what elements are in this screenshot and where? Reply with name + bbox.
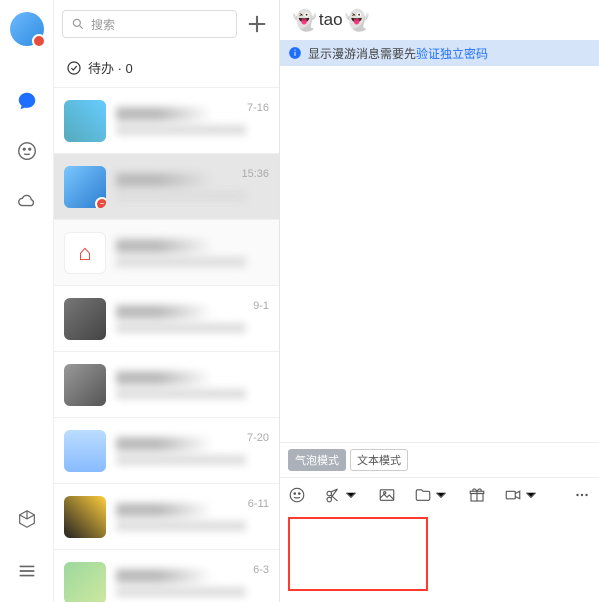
message-area — [280, 66, 599, 442]
search-icon — [71, 17, 85, 31]
compose-toolbar — [280, 477, 599, 511]
contacts-icon[interactable] — [14, 138, 40, 164]
chat-avatar — [64, 364, 106, 406]
chat-list-item[interactable]: 7-20 — [54, 418, 279, 484]
chat-list-item[interactable]: − 15:36 — [54, 154, 279, 220]
bubble-mode-button[interactable]: 气泡模式 — [288, 449, 346, 471]
chat-list-item[interactable] — [54, 352, 279, 418]
todo-row[interactable]: 待办 · 0 — [54, 48, 279, 88]
message-input[interactable] — [288, 517, 428, 591]
mode-bar: 气泡模式文本模式 — [280, 442, 599, 477]
todo-label: 待办 · 0 — [88, 58, 133, 77]
composer — [280, 511, 599, 602]
user-avatar[interactable] — [10, 12, 44, 46]
chat-time: 6-11 — [248, 498, 269, 510]
chat-list: 7-16 − 15:36 9-1 7-20 — [54, 88, 279, 602]
check-circle-icon — [66, 60, 82, 76]
conversation-list-pane: 搜索 待办 · 0 7-16 − 15:36 9-1 — [54, 0, 280, 602]
chat-avatar — [64, 232, 106, 274]
more-icon[interactable] — [573, 486, 591, 504]
chat-avatar — [64, 562, 106, 602]
chat-avatar: − — [64, 166, 106, 208]
menu-icon[interactable] — [14, 558, 40, 584]
chat-list-item[interactable]: 7-16 — [54, 88, 279, 154]
image-icon[interactable] — [378, 486, 396, 504]
apps-icon[interactable] — [14, 506, 40, 532]
dnd-badge-icon: − — [95, 197, 106, 208]
chat-avatar — [64, 298, 106, 340]
chat-time: 15:36 — [241, 168, 269, 180]
left-sidebar — [0, 0, 54, 602]
text-mode-button[interactable]: 文本模式 — [350, 449, 408, 471]
search-placeholder: 搜索 — [91, 16, 115, 33]
chat-list-item[interactable]: 6-11 — [54, 484, 279, 550]
chat-list-item[interactable]: 6-3 — [54, 550, 279, 602]
search-input[interactable]: 搜索 — [62, 10, 237, 38]
cloud-icon[interactable] — [14, 188, 40, 214]
video-icon[interactable] — [504, 486, 540, 504]
chat-header: 👻 tao 👻 — [280, 0, 599, 40]
file-icon[interactable] — [414, 486, 450, 504]
info-icon — [288, 46, 302, 60]
chat-time: 7-16 — [247, 102, 269, 114]
screenshot-icon[interactable] — [324, 486, 360, 504]
chat-pane: 👻 tao 👻 显示漫游消息需要先 验证独立密码 气泡模式文本模式 — [280, 0, 599, 602]
chat-time: 6-3 — [253, 564, 269, 576]
chat-tab-icon[interactable] — [14, 88, 40, 114]
chat-time: 7-20 — [247, 432, 269, 444]
roaming-notice: 显示漫游消息需要先 验证独立密码 — [280, 40, 599, 66]
chat-list-item[interactable]: 9-1 — [54, 286, 279, 352]
verify-password-link[interactable]: 验证独立密码 — [416, 45, 488, 62]
add-button[interactable] — [243, 10, 271, 38]
chat-avatar — [64, 430, 106, 472]
ghost-icon: 👻 — [292, 8, 317, 33]
notice-text: 显示漫游消息需要先 — [308, 45, 416, 62]
chat-avatar — [64, 496, 106, 538]
chat-avatar — [64, 100, 106, 142]
chat-list-item[interactable] — [54, 220, 279, 286]
ghost-icon: 👻 — [345, 8, 370, 33]
gift-icon[interactable] — [468, 486, 486, 504]
emoji-icon[interactable] — [288, 486, 306, 504]
plus-icon — [243, 10, 271, 38]
chat-title: tao — [319, 10, 343, 30]
chat-time: 9-1 — [253, 300, 269, 312]
